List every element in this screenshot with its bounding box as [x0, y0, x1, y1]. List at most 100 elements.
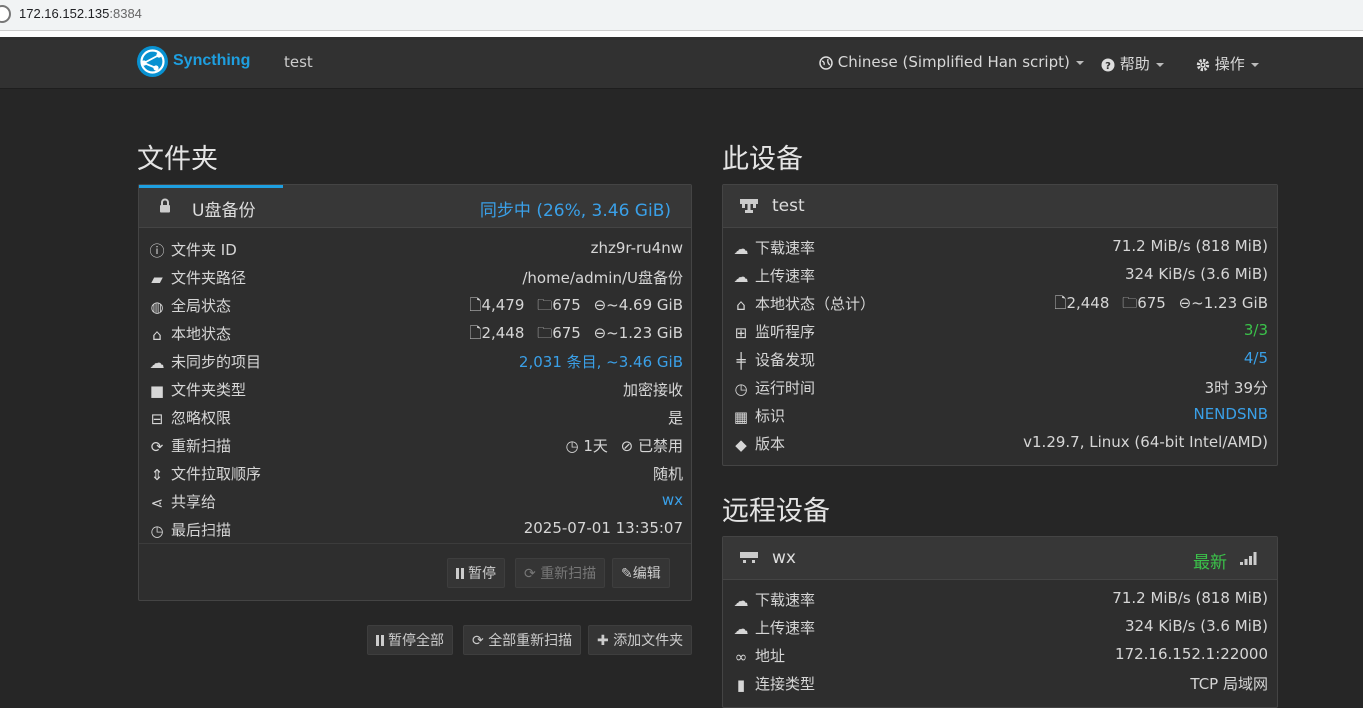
stat-dirs: 675 [1137, 294, 1166, 312]
this-device-panel-header[interactable]: test [723, 185, 1277, 228]
row-label-text: 下载速率 [755, 591, 816, 609]
detail-row: ☁ 下载速率 71.2 MiB/s (818 MiB) [733, 233, 1269, 261]
edit-button[interactable]: ✎编辑 [612, 558, 670, 588]
this-device-heading: 此设备 [722, 144, 803, 175]
row-label-text: 共享给 [171, 493, 217, 511]
row-label: ⇕ 文件拉取顺序 [149, 463, 261, 484]
folder-icon: 🗀 [532, 324, 553, 342]
row-value[interactable]: 2,031 条目, ~3.46 GiB [519, 351, 683, 372]
row-label: ⌂ 本地状态（总计） [733, 293, 875, 314]
row-value: 71.2 MiB/s (818 MiB) [1112, 589, 1268, 607]
row-label-text: 文件夹路径 [171, 269, 247, 287]
detail-row: ⊞ 监听程序 3/3 [733, 317, 1268, 345]
row-label: ◍ 全局状态 [149, 295, 231, 316]
eye-slash-icon: ⊘ [615, 437, 638, 455]
stat-files: 2,448 [1066, 294, 1110, 312]
address-url[interactable]: 172.16.152.135:8384 [19, 6, 142, 21]
sync-progress-bar [139, 185, 283, 188]
hdd-icon: ⊖ [588, 324, 607, 342]
rescan-all-button[interactable]: ⟳ 全部重新扫描 [463, 625, 582, 655]
detail-row: ◷ 运行时间 3时 39分 [733, 373, 1268, 401]
remote-devices-heading: 远程设备 [722, 496, 830, 527]
row-value: 3/3 [1243, 321, 1268, 339]
row-label: ☁ 上传速率 [733, 617, 816, 638]
row-value[interactable]: 4/5 [1244, 349, 1268, 367]
rescan-button[interactable]: ⟳ 重新扫描 [515, 558, 606, 588]
clock-icon: ◷ [150, 521, 164, 540]
add-folder-button[interactable]: ✚ 添加文件夹 [588, 625, 693, 655]
language-menu[interactable]: Chinese (Simplified Han script) [819, 53, 1084, 71]
row-label-text: 重新扫描 [171, 437, 232, 455]
row-label-text: 运行时间 [755, 379, 816, 397]
row-label-text: 地址 [755, 647, 786, 665]
remote-device-name: wx [772, 548, 796, 568]
folder-panel-header[interactable]: U盘备份 同步中 (26%, 3.46 GiB) [139, 185, 691, 228]
signal-strength-icon [1240, 552, 1257, 565]
gear-icon [1196, 58, 1210, 71]
top-navbar: Syncthing test Chinese (Simplified Han s… [0, 37, 1363, 89]
row-value: 是 [667, 409, 683, 427]
file-icon: 🗋 [469, 324, 482, 342]
detail-row: ⌂ 本地状态（总计） 🗋2,448 🗀675 ⊖~1.23 GiB [733, 289, 1268, 317]
row-label-text: 上传速率 [755, 267, 816, 285]
row-label: ╪ 设备发现 [733, 349, 815, 370]
detail-row: ☁ 上传速率 324 KiB/s (3.6 MiB) [733, 261, 1269, 289]
hdd-icon: ⊖ [588, 296, 607, 314]
detail-row: ☁ 下载速率 71.2 MiB/s (818 MiB) [733, 585, 1269, 613]
page-info-icon[interactable] [0, 5, 11, 23]
refresh-icon: ⟳ [150, 437, 164, 456]
row-label: ◆ 版本 [733, 433, 785, 454]
sitemap-icon: ⊞ [734, 323, 748, 342]
desktop-icon [740, 552, 758, 563]
row-label-text: 监听程序 [755, 323, 816, 341]
row-value: 172.16.152.1:22000 [1115, 645, 1268, 663]
row-label-text: 全局状态 [171, 297, 232, 315]
row-value[interactable]: NENDSNB [1193, 405, 1268, 423]
detail-row: ◆ 版本 v1.29.7, Linux (64-bit Intel/AMD) [733, 429, 1268, 457]
pause-all-button[interactable]: 暂停全部 [367, 625, 453, 655]
download-icon: ☁ [733, 239, 749, 258]
folder-name: U盘备份 [192, 201, 256, 221]
detail-row: ◍ 全局状态 🗋4,479 🗀675 ⊖~4.69 GiB [149, 291, 683, 319]
row-value: 🗋2,448 🗀675 ⊖~1.23 GiB [1054, 293, 1268, 318]
folder-icon: 🗀 [532, 296, 553, 314]
row-label-text: 文件拉取顺序 [171, 465, 262, 483]
remote-device-panel-header[interactable]: wx 最新 [723, 537, 1277, 580]
folder-panel: U盘备份 同步中 (26%, 3.46 GiB) ⓘ 文件夹 ID zhz9r-ru… [138, 184, 692, 601]
tag-icon: ◆ [735, 435, 747, 454]
detail-row: ☁ 上传速率 324 KiB/s (3.6 MiB) [733, 613, 1269, 641]
help-label: 帮助 [1119, 55, 1150, 73]
file-icon: 🗋 [469, 296, 482, 314]
detail-row: ■ 文件夹类型 加密接收 [149, 375, 683, 403]
row-label: ☁ 上传速率 [733, 265, 816, 286]
brand-name[interactable]: Syncthing [173, 52, 250, 70]
remote-device-status: 最新 [1193, 553, 1227, 573]
row-value: 3时 39分 [1204, 379, 1268, 397]
pause-button[interactable]: 暂停 [447, 558, 505, 588]
watch-status: 已禁用 [637, 437, 683, 455]
row-label: ▰ 文件夹路径 [149, 267, 246, 288]
pause-icon [456, 568, 459, 579]
stat-size: ~1.23 GiB [606, 324, 683, 342]
row-label: ⟳ 重新扫描 [149, 435, 231, 456]
row-value: /home/admin/U盘备份 [522, 269, 683, 287]
row-label: ▦ 标识 [733, 405, 785, 426]
help-menu[interactable]: ? 帮助 [1101, 53, 1164, 74]
syncthing-logo-icon[interactable] [137, 46, 168, 77]
row-label: ⌂ 本地状态 [149, 323, 231, 344]
folders-heading: 文件夹 [137, 144, 218, 175]
browser-address-bar[interactable]: 172.16.152.135:8384 [0, 0, 1363, 31]
stat-dirs: 675 [552, 296, 581, 314]
pencil-icon: ✎ [621, 566, 633, 582]
home-icon: ⌂ [152, 325, 162, 344]
actions-menu[interactable]: 操作 [1196, 53, 1259, 74]
chevron-down-icon [1155, 62, 1164, 67]
row-label-text: 未同步的项目 [171, 353, 262, 371]
row-value[interactable]: wx [662, 491, 683, 509]
folder-panel-divider [139, 543, 691, 544]
sort-icon: ⇕ [150, 465, 164, 484]
stat-size: ~4.69 GiB [606, 296, 683, 314]
detail-row: ∞ 地址 172.16.152.1:22000 [733, 641, 1268, 669]
home-icon: ⌂ [736, 295, 746, 314]
detail-row: ⌂ 本地状态 🗋2,448 🗀675 ⊖~1.23 GiB [149, 319, 683, 347]
